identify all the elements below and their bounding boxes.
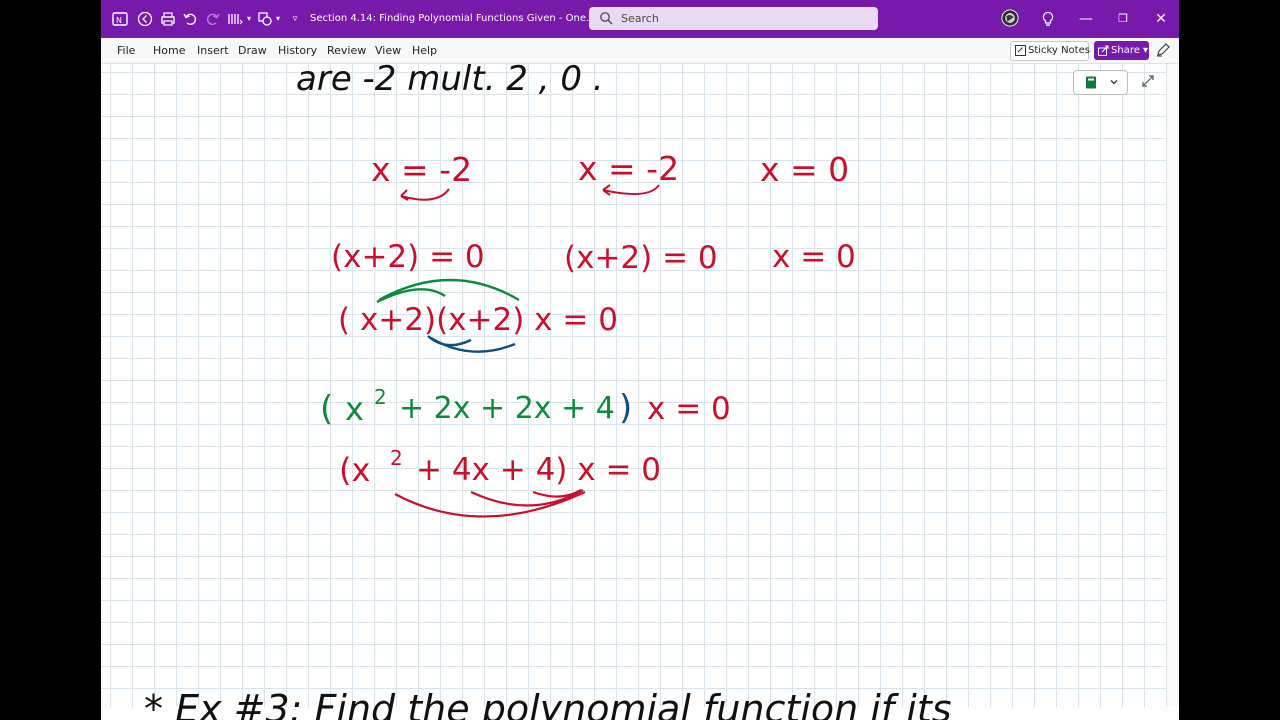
ink-simplified-terms: + 4x + 4) x = 0 [416,452,661,488]
ink-top-line: are -2 mult. 2 , 0 . [296,59,604,99]
ink-root-3: x = 0 [760,150,849,189]
ink-arrow-1 [400,188,450,201]
ink-root-1: x = -2 [371,150,472,189]
ink-factor-3: x = 0 [772,239,856,275]
ink-expansion-open: ( [320,389,333,429]
ink-expansion-x: x [345,390,364,428]
ink-factor-2: (x+2) = 0 [564,240,718,276]
ink-next-example: * Ex #3: Find the polynomial function if… [144,687,952,720]
ink-blue-arc-outer [430,336,516,353]
ink-green-arc-outer [378,278,520,302]
onenote-window: N ▾ ▾ ▿ Section 4.14: Finding Polynomial… [101,0,1179,720]
ink-expansion-close: ) [619,388,632,428]
ink-red-arc-mid [470,489,584,507]
ink-simplified-open: (x [339,451,370,489]
ink-factor-1: (x+2) = 0 [331,239,485,275]
ink-product: ( x+2)(x+2) x = 0 [338,302,618,338]
ink-expansion-exp: 2 [374,385,387,409]
ink-root-2: x = -2 [578,149,679,188]
ink-expansion-tail: x = 0 [647,391,731,427]
ink-layer: are -2 mult. 2 , 0 . x = -2 x = -2 x = 0… [144,59,952,720]
ink-expansion-terms: + 2x + 2x + 4 [399,391,615,426]
ink-simplified-exp: 2 [390,446,403,470]
